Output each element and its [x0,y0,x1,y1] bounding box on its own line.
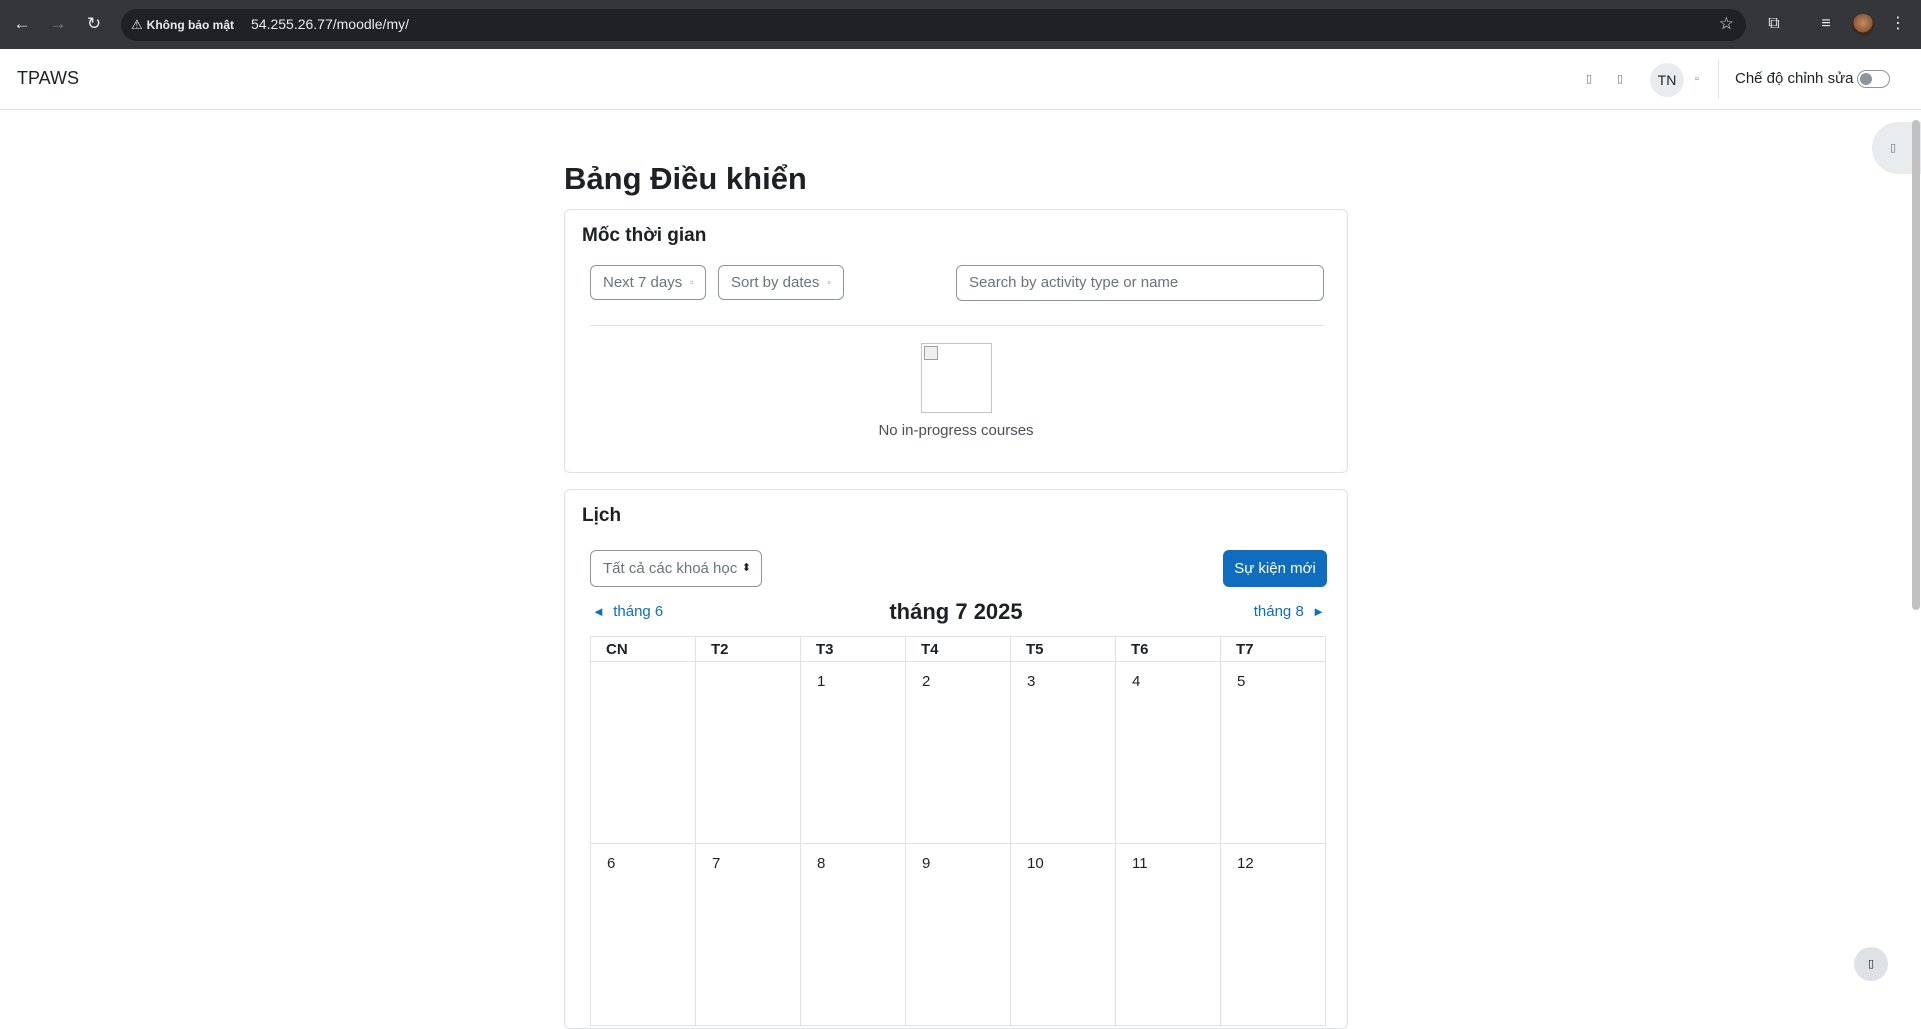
calendar-week-row: 6 7 8 9 10 11 12 [590,843,1326,1026]
security-label: Không bảo mật [146,18,234,32]
calendar-day-cell[interactable]: 11 [1115,843,1221,1026]
site-header: TPAWS ▯ ▯ TN ▫ Chế độ chỉnh sửa [0,49,1921,110]
dropdown-caret-icon: ▫ [827,277,831,287]
back-icon[interactable]: ← [10,12,34,36]
forward-icon[interactable]: → [46,12,70,36]
edit-mode-toggle[interactable] [1857,70,1890,88]
reload-icon[interactable]: ↻ [82,12,106,36]
page-title: Bảng Điều khiển [564,161,807,196]
weekday-header: T3 [800,636,906,662]
next-month-label: tháng 8 [1253,603,1304,620]
sort-label: Sort by dates [731,274,820,291]
weekday-header: CN [590,636,696,662]
media-control-icon[interactable]: ≡ [1814,12,1838,36]
sort-dropdown[interactable]: Sort by dates ▫ [718,265,844,300]
header-divider [1718,59,1719,99]
menu-kebab-icon[interactable]: ⋮ [1886,12,1910,36]
timeline-search-input[interactable]: Search by activity type or name [956,265,1324,301]
calendar-day-cell[interactable]: 5 [1220,661,1326,844]
broken-image-icon [924,346,938,360]
calendar-day-cell[interactable]: 2 [905,661,1011,844]
weekday-header: T6 [1115,636,1221,662]
new-event-button[interactable]: Sự kiện mới [1223,550,1327,587]
select-updown-icon: ⬍ [741,562,751,574]
browser-toolbar: ← → ↻ ⚠ Không bảo mật 54.255.26.77/moodl… [0,0,1921,49]
edit-mode-label: Chế độ chỉnh sửa [1735,70,1854,87]
current-month-title: tháng 7 2025 [889,599,1023,624]
calendar-week-row: 1 2 3 4 5 [590,661,1326,844]
no-courses-image [921,343,992,413]
timeline-block: Mốc thời gian Next 7 days ▫ Sort by dates… [564,209,1348,473]
calendar-day-cell[interactable]: 9 [905,843,1011,1026]
calendar-day-cell[interactable]: 6 [590,843,696,1026]
weekday-header: T4 [905,636,1011,662]
next-month-link[interactable]: tháng 8 ► [1254,603,1325,620]
day-filter-label: Next 7 days [603,274,683,291]
calendar-day-cell[interactable]: 7 [695,843,801,1026]
weekday-header: T7 [1220,636,1326,662]
weekday-header: T2 [695,636,801,662]
day-filter-dropdown[interactable]: Next 7 days ▫ [590,265,707,300]
address-bar[interactable]: ⚠ Không bảo mật 54.255.26.77/moodle/my/ … [121,9,1746,41]
toggle-knob [1860,73,1872,85]
bookmark-star-icon[interactable]: ☆ [1719,14,1734,34]
calendar-day-cell[interactable] [590,661,696,844]
warning-icon: ⚠ [131,17,143,32]
extensions-icon[interactable]: ⧉ [1762,12,1786,36]
calendar-day-cell[interactable]: 12 [1220,843,1326,1026]
empty-state-text: No in-progress courses [878,422,1034,439]
calendar-day-cell[interactable]: 1 [800,661,906,844]
calendar-block: Lịch Tất cả các khoá học ⬍ Sự kiện mới ◄… [564,489,1348,1029]
calendar-grid: CN T2 T3 T4 T5 T6 T7 1 2 3 4 5 6 7 8 9 1… [590,636,1326,1026]
weekday-header-row: CN T2 T3 T4 T5 T6 T7 [590,636,1326,662]
page-scrollbar[interactable] [1912,120,1920,610]
footer-help-button[interactable]: ▯ [1854,947,1888,981]
calendar-day-cell[interactable]: 10 [1010,843,1116,1026]
course-filter-label: Tất cả các khoá học [603,560,738,577]
calendar-title: Lịch [582,505,622,526]
dropdown-caret-icon: ▫ [690,277,694,287]
security-indicator[interactable]: ⚠ Không bảo mật [131,15,234,35]
calendar-day-cell[interactable]: 3 [1010,661,1116,844]
messages-icon[interactable]: ▯ [1612,71,1628,87]
timeline-title: Mốc thời gian [582,225,707,246]
divider [590,325,1324,326]
calendar-day-cell[interactable]: 8 [800,843,906,1026]
calendar-day-cell[interactable]: 4 [1115,661,1221,844]
profile-avatar[interactable] [1852,14,1874,36]
site-brand[interactable]: TPAWS [17,68,79,89]
user-avatar[interactable]: TN [1650,63,1684,97]
weekday-header: T5 [1010,636,1116,662]
arrow-right-icon: ► [1312,604,1325,619]
calendar-day-cell[interactable] [695,661,801,844]
url-text[interactable]: 54.255.26.77/moodle/my/ [251,16,409,32]
chevron-down-icon[interactable]: ▫ [1689,71,1705,87]
course-filter-select[interactable]: Tất cả các khoá học ⬍ [590,550,762,587]
notification-icon[interactable]: ▯ [1581,71,1597,87]
